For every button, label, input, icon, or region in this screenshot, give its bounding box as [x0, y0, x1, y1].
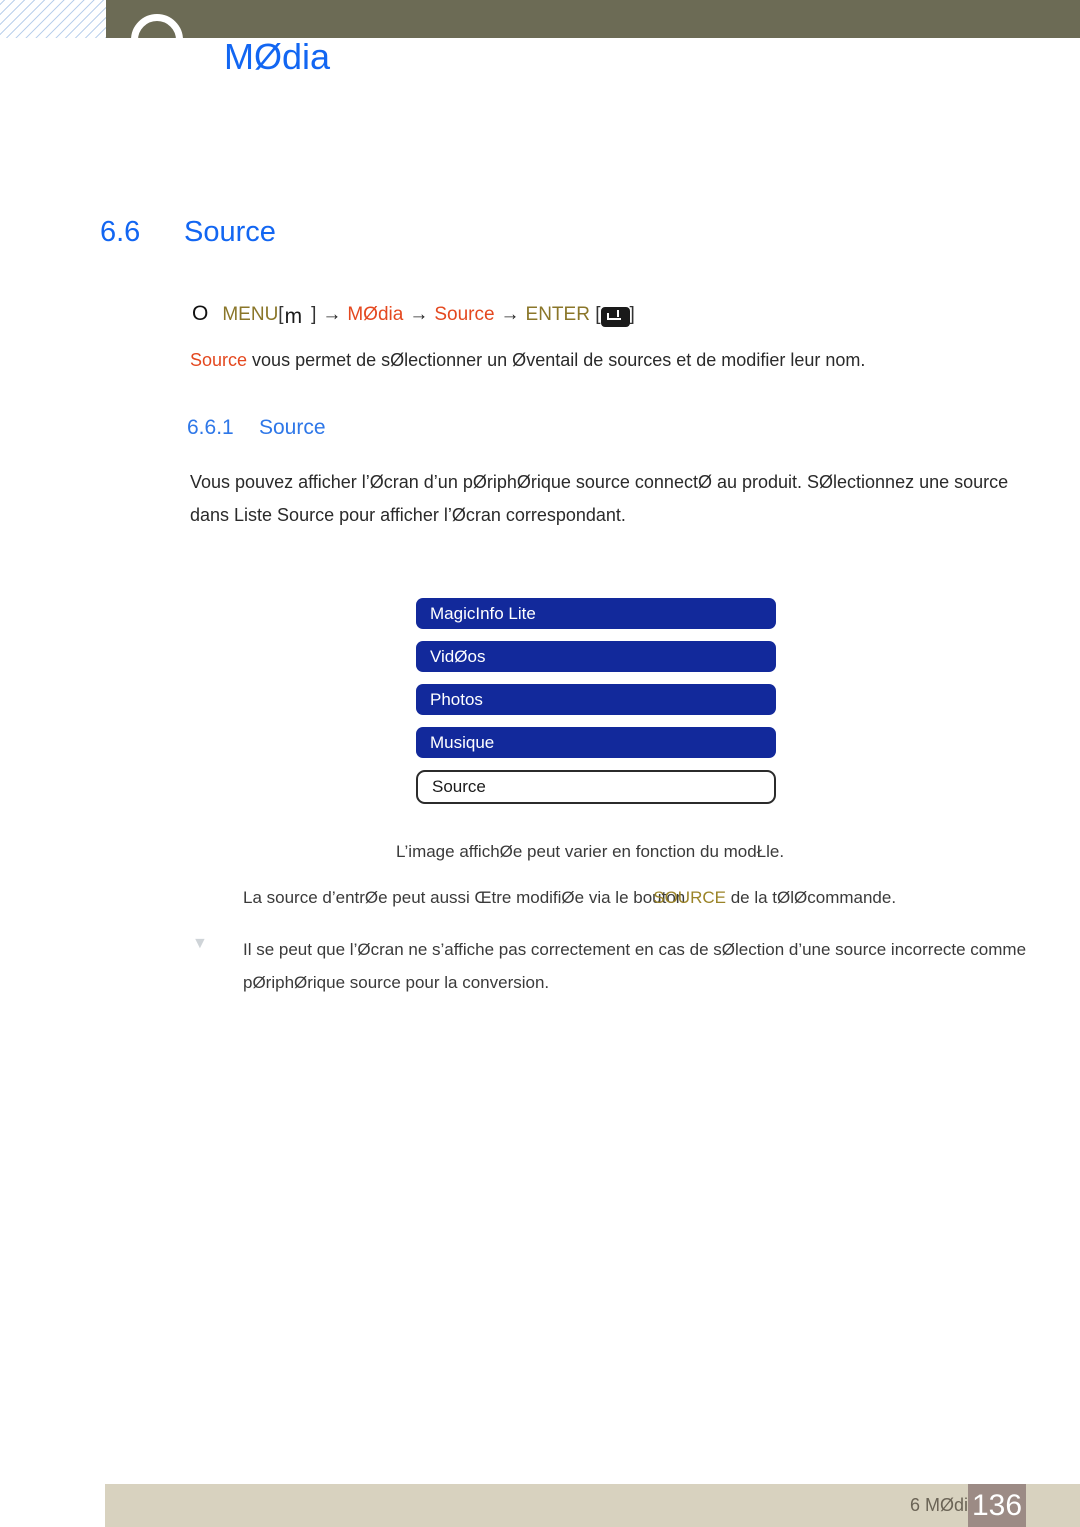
- note-source-button-key: SOURCE: [653, 888, 726, 907]
- section-title: Source: [184, 216, 276, 248]
- bracket-open-2: [: [595, 304, 601, 325]
- osd-menu-item-source-selected[interactable]: Source: [416, 770, 776, 804]
- path-arrow-3: →: [500, 304, 520, 325]
- path-arrow-1: →: [322, 304, 342, 325]
- intro-text: vous permet de sØlectionner un Øventail …: [247, 350, 866, 370]
- enter-key-icon: [600, 306, 630, 327]
- note-warning: Il se peut que l’Øcran ne s’affiche pas …: [243, 940, 1027, 992]
- chapter-title: MØdia: [224, 36, 331, 77]
- intro-highlight: Source: [190, 350, 248, 370]
- bullet-circle-icon: O: [192, 302, 209, 325]
- menu-path: O MENU[m] → MØdia → Source → ENTER []: [192, 301, 635, 328]
- note-source-button: La source d’entrØe peut aussi Œtre modif…: [243, 888, 896, 908]
- chapter-header-bar: [106, 0, 1080, 38]
- osd-menu-item-magicinfo-lite[interactable]: MagicInfo Lite: [416, 598, 776, 629]
- osd-menu-mock: MagicInfo Lite VidØos Photos Musique Sou…: [416, 598, 776, 804]
- osd-menu-item-label: Musique: [430, 732, 495, 752]
- menu-path-step-media: MØdia: [347, 304, 404, 325]
- footer-page-number: 136: [971, 1489, 1023, 1522]
- note-image-vary: L’image affichØe peut varier en fonction…: [396, 842, 785, 861]
- menu-path-enter-label: ENTER: [525, 304, 590, 325]
- subsection-number: 6.6.1: [187, 416, 234, 439]
- body-paragraph: Vous pouvez afficher l’Øcran d’un pØriph…: [190, 472, 1009, 525]
- menu-path-step-source: Source: [434, 304, 495, 325]
- note-warning-marker-icon: ▼: [192, 935, 208, 952]
- menu-key-icon: m: [284, 305, 303, 328]
- section-number: 6.6: [100, 216, 141, 248]
- osd-menu-item-label: MagicInfo Lite: [430, 603, 536, 623]
- path-arrow-2: →: [409, 304, 429, 325]
- note-source-button-post: de la tØlØcommande.: [725, 888, 897, 907]
- osd-menu-item-label: Photos: [430, 689, 483, 709]
- menu-path-menu-label: MENU: [222, 304, 279, 325]
- corner-hatch-decoration: [0, 0, 106, 38]
- subsection-heading: 6.6.1 Source: [187, 416, 326, 440]
- osd-menu-item-videos[interactable]: VidØos: [416, 641, 776, 672]
- subsection-title: Source: [259, 416, 326, 439]
- note-source-button-pre: La source d’entrØe peut aussi Œtre modif…: [243, 888, 686, 907]
- page-title: 6.6 Source: [100, 216, 276, 249]
- osd-menu-item-musique[interactable]: Musique: [416, 727, 776, 758]
- osd-menu-item-photos[interactable]: Photos: [416, 684, 776, 715]
- osd-menu-item-label: Source: [432, 777, 486, 796]
- bracket-close-2: ]: [629, 304, 635, 325]
- intro-paragraph: Source vous permet de sØlectionner un Øv…: [190, 350, 865, 371]
- osd-menu-item-label: VidØos: [430, 646, 486, 666]
